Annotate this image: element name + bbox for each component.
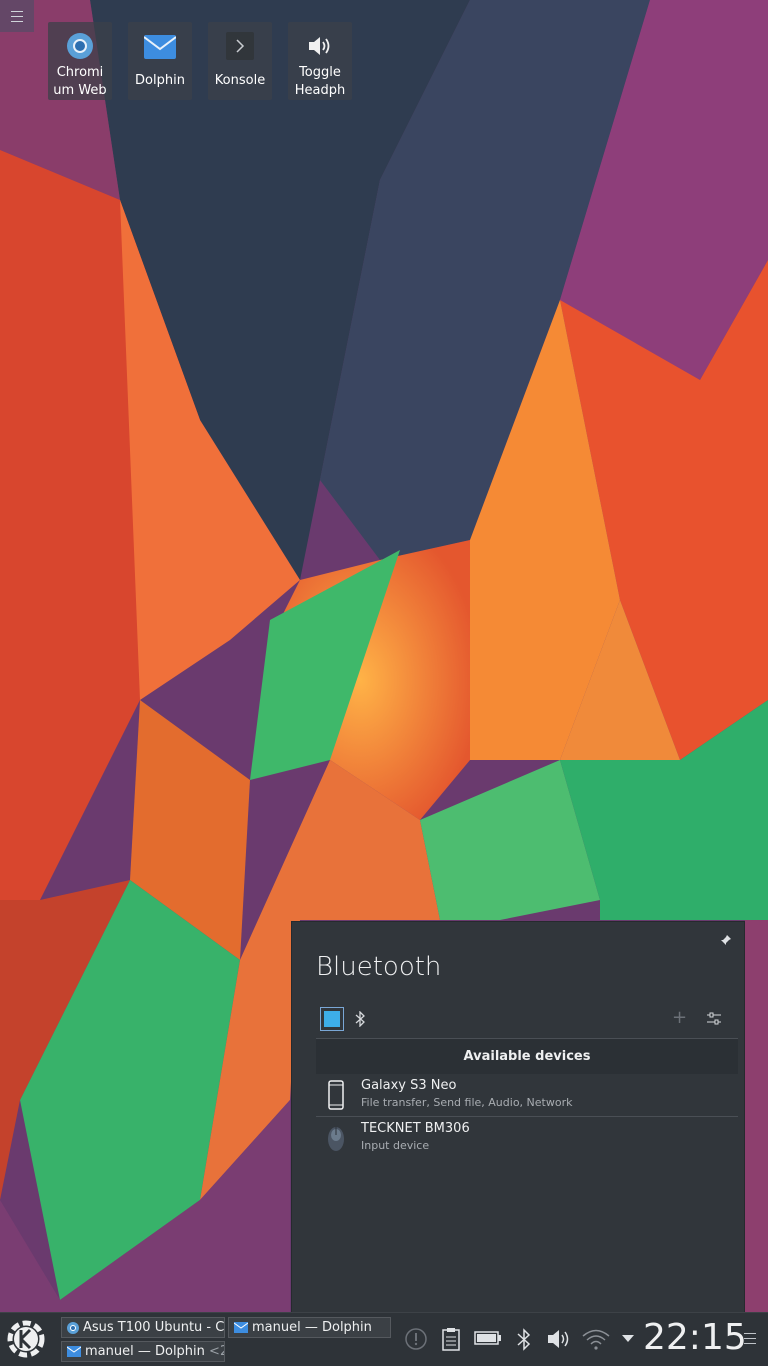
clock[interactable]: 22:15 (643, 1317, 747, 1358)
phone-icon (328, 1080, 344, 1110)
desktop-icon-dolphin[interactable]: Dolphin (128, 22, 192, 100)
taskbar-panel: Asus T100 Ubuntu - C manuel — Dolphin ma… (0, 1312, 768, 1366)
desktop-icon-label: Dolphin (135, 73, 185, 88)
task-group-count: <2 (209, 1344, 224, 1359)
bluetooth-popup: Bluetooth + Available devices Galaxy S3 … (291, 921, 745, 1313)
hamburger-icon (11, 10, 23, 22)
bluetooth-enable-checkbox[interactable] (320, 1007, 344, 1031)
desktop-icon-chromium[interactable]: Chromi um Web (48, 22, 112, 100)
device-name: Galaxy S3 Neo (361, 1078, 457, 1093)
battery-icon[interactable] (474, 1331, 502, 1345)
wifi-icon[interactable] (581, 1327, 611, 1351)
available-devices-header: Available devices (316, 1038, 738, 1074)
dolphin-icon (67, 1346, 81, 1357)
task-label: manuel — Dolphin (85, 1344, 205, 1359)
chromium-icon (67, 1321, 79, 1334)
configure-icon[interactable] (706, 1011, 722, 1027)
notifications-icon[interactable] (404, 1327, 428, 1351)
chromium-icon (64, 30, 96, 62)
device-subtitle: File transfer, Send file, Audio, Network (361, 1096, 573, 1109)
desktop-icon-toggle-headphones[interactable]: Toggle Headph (288, 22, 352, 100)
task-label: Asus T100 Ubuntu - C (83, 1320, 225, 1335)
popup-title: Bluetooth (316, 952, 442, 982)
terminal-icon (224, 30, 256, 62)
bluetooth-icon (355, 1011, 365, 1027)
bluetooth-icon[interactable] (514, 1327, 534, 1353)
device-name: TECKNET BM306 (361, 1121, 470, 1136)
task-dolphin[interactable]: manuel — Dolphin (228, 1317, 391, 1338)
kde-launcher-icon[interactable] (4, 1317, 48, 1361)
device-subtitle: Input device (361, 1139, 430, 1152)
volume-icon[interactable] (546, 1327, 574, 1351)
clipboard-icon[interactable] (441, 1327, 461, 1351)
panel-menu-icon[interactable] (744, 1333, 756, 1344)
desktop-icon-label: Konsole (214, 73, 266, 88)
mouse-icon (328, 1127, 344, 1151)
desktop-icon-label: Toggle Headph (294, 65, 346, 98)
task-dolphin-group[interactable]: manuel — Dolphin <2 (61, 1341, 225, 1362)
folder-mail-icon (144, 30, 176, 62)
desktop-icon-label: Chromi um Web (53, 65, 107, 98)
desktop-menu-button[interactable] (0, 0, 34, 32)
dolphin-icon (234, 1322, 248, 1333)
device-row-tecknet-bm306[interactable]: TECKNET BM306 Input device (316, 1117, 738, 1159)
add-device-button[interactable]: + (672, 1009, 687, 1027)
task-label: manuel — Dolphin (252, 1320, 372, 1335)
bluetooth-toolbar: + (316, 1006, 738, 1034)
device-row-galaxy-s3-neo[interactable]: Galaxy S3 Neo File transfer, Send file, … (316, 1074, 738, 1116)
task-chromium[interactable]: Asus T100 Ubuntu - C (61, 1317, 225, 1338)
pin-icon[interactable] (720, 934, 732, 946)
expand-arrow-icon[interactable] (621, 1333, 635, 1343)
speaker-icon (304, 30, 336, 62)
desktop-icon-konsole[interactable]: Konsole (208, 22, 272, 100)
